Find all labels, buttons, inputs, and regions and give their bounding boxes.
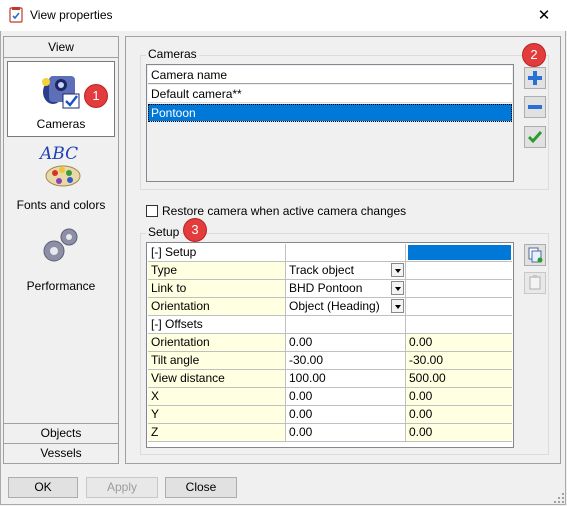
sidebar-item-label: Cameras [36, 117, 86, 131]
copy-setup-button[interactable] [524, 244, 546, 266]
selected-cell-highlight [408, 245, 511, 260]
combo-value: Object (Heading) [289, 299, 380, 313]
grid-cell: Y [148, 406, 286, 423]
grid-cell: Tilt angle [148, 352, 286, 369]
gears-icon [43, 228, 78, 262]
dropdown-arrow-icon[interactable] [391, 299, 404, 313]
sidebar-item-fonts-colors[interactable]: ABC Fonts and colors [7, 141, 115, 217]
grid-cell[interactable]: 0.00 [406, 424, 512, 441]
activate-camera-button[interactable] [524, 126, 546, 148]
plus-icon [528, 71, 542, 85]
sidebar-tab-vessels[interactable]: Vessels [4, 443, 118, 463]
grid-row-setup-section[interactable]: [-] Setup [148, 244, 512, 262]
restore-camera-checkbox[interactable] [146, 205, 158, 217]
grid-cell[interactable]: 0.00 [286, 424, 406, 441]
sidebar-item-label: Fonts and colors [16, 198, 106, 212]
grid-row-view-distance[interactable]: View distance 100.00 500.00 [148, 370, 512, 388]
camera-row-selected[interactable]: Pontoon [148, 104, 512, 122]
window-title: View properties [30, 8, 113, 22]
annotation-badge: 1 [85, 85, 107, 107]
combo-value: BHD Pontoon [289, 281, 363, 295]
checkmark-icon [527, 131, 543, 144]
grid-cell[interactable]: 0.00 [286, 406, 406, 423]
close-button[interactable]: ✕ [521, 0, 567, 31]
grid-cell [286, 316, 406, 333]
grid-cell: X [148, 388, 286, 405]
annotation-badge: 3 [184, 219, 206, 241]
grid-cell[interactable]: 0.00 [406, 406, 512, 423]
grid-row-type[interactable]: Type Track object [148, 262, 512, 280]
sidebar-header-view[interactable]: View [4, 37, 118, 58]
setup-property-grid: [-] Setup Type Track object Link to BHD … [146, 242, 514, 448]
add-camera-button[interactable] [524, 67, 546, 89]
cameras-group-title: Cameras [146, 47, 199, 61]
grid-cell[interactable]: -30.00 [406, 352, 512, 369]
camera-name-column-header[interactable]: Camera name [148, 66, 512, 84]
camera-row[interactable]: Default camera** [148, 85, 512, 103]
setup-group-title: Setup [146, 225, 182, 239]
grid-cell: Z [148, 424, 286, 441]
grid-cell[interactable]: 0.00 [406, 388, 512, 405]
grid-cell: [-] Setup [148, 244, 286, 261]
close-dialog-button[interactable]: Close [165, 477, 237, 498]
grid-cell[interactable]: 500.00 [406, 370, 512, 387]
camera-list: Camera name Default camera** Pontoon [146, 64, 514, 182]
grid-cell [406, 298, 512, 315]
ok-button[interactable]: OK [8, 477, 78, 498]
grid-cell [406, 280, 512, 297]
grid-row-orientation[interactable]: Orientation 0.00 0.00 [148, 334, 512, 352]
sidebar-item-label: Performance [26, 279, 96, 293]
dropdown-arrow-icon[interactable] [391, 281, 404, 295]
grid-cell: [-] Offsets [148, 316, 286, 333]
grid-cell[interactable]: 0.00 [286, 388, 406, 405]
grid-cell: Type [148, 262, 286, 279]
dropdown-arrow-icon[interactable] [391, 263, 404, 277]
grid-row-offsets-section[interactable]: [-] Offsets [148, 316, 512, 334]
camera-icon [42, 76, 80, 109]
paste-setup-button[interactable] [524, 272, 546, 294]
paste-icon [529, 275, 541, 290]
svg-text:ABC: ABC [38, 144, 78, 164]
grid-cell [286, 244, 406, 261]
grid-cell[interactable]: 0.00 [406, 334, 512, 351]
grid-row-x[interactable]: X 0.00 0.00 [148, 388, 512, 406]
restore-camera-label: Restore camera when active camera change… [162, 204, 407, 218]
grid-cell[interactable]: 0.00 [286, 334, 406, 351]
link-to-combo[interactable]: BHD Pontoon [286, 280, 406, 297]
grid-row-y[interactable]: Y 0.00 0.00 [148, 406, 512, 424]
grid-cell [406, 262, 512, 279]
combo-value: Track object [289, 263, 354, 277]
grid-row-orientation-mode[interactable]: Orientation Object (Heading) [148, 298, 512, 316]
app-icon [9, 7, 23, 23]
grid-cell: Orientation [148, 334, 286, 351]
apply-button[interactable]: Apply [86, 477, 158, 498]
grid-cell: Orientation [148, 298, 286, 315]
minus-icon [528, 105, 542, 109]
sidebar-tab-objects[interactable]: Objects [4, 423, 118, 443]
grid-cell[interactable]: 100.00 [286, 370, 406, 387]
grid-cell[interactable]: -30.00 [286, 352, 406, 369]
title-bar: View properties ✕ [0, 0, 567, 31]
remove-camera-button[interactable] [524, 96, 546, 118]
orientation-combo[interactable]: Object (Heading) [286, 298, 406, 315]
type-combo[interactable]: Track object [286, 262, 406, 279]
grid-cell: Link to [148, 280, 286, 297]
grid-cell: View distance [148, 370, 286, 387]
sidebar-item-performance[interactable]: Performance [7, 221, 115, 297]
abc-palette-icon: ABC [38, 144, 81, 187]
close-icon: ✕ [537, 7, 551, 24]
grid-cell [406, 316, 512, 333]
resize-grip-icon[interactable] [554, 493, 564, 503]
grid-row-tilt-angle[interactable]: Tilt angle -30.00 -30.00 [148, 352, 512, 370]
grid-row-z[interactable]: Z 0.00 0.00 [148, 424, 512, 442]
grid-row-link-to[interactable]: Link to BHD Pontoon [148, 280, 512, 298]
annotation-badge: 2 [523, 44, 545, 66]
copy-icon [528, 247, 543, 263]
